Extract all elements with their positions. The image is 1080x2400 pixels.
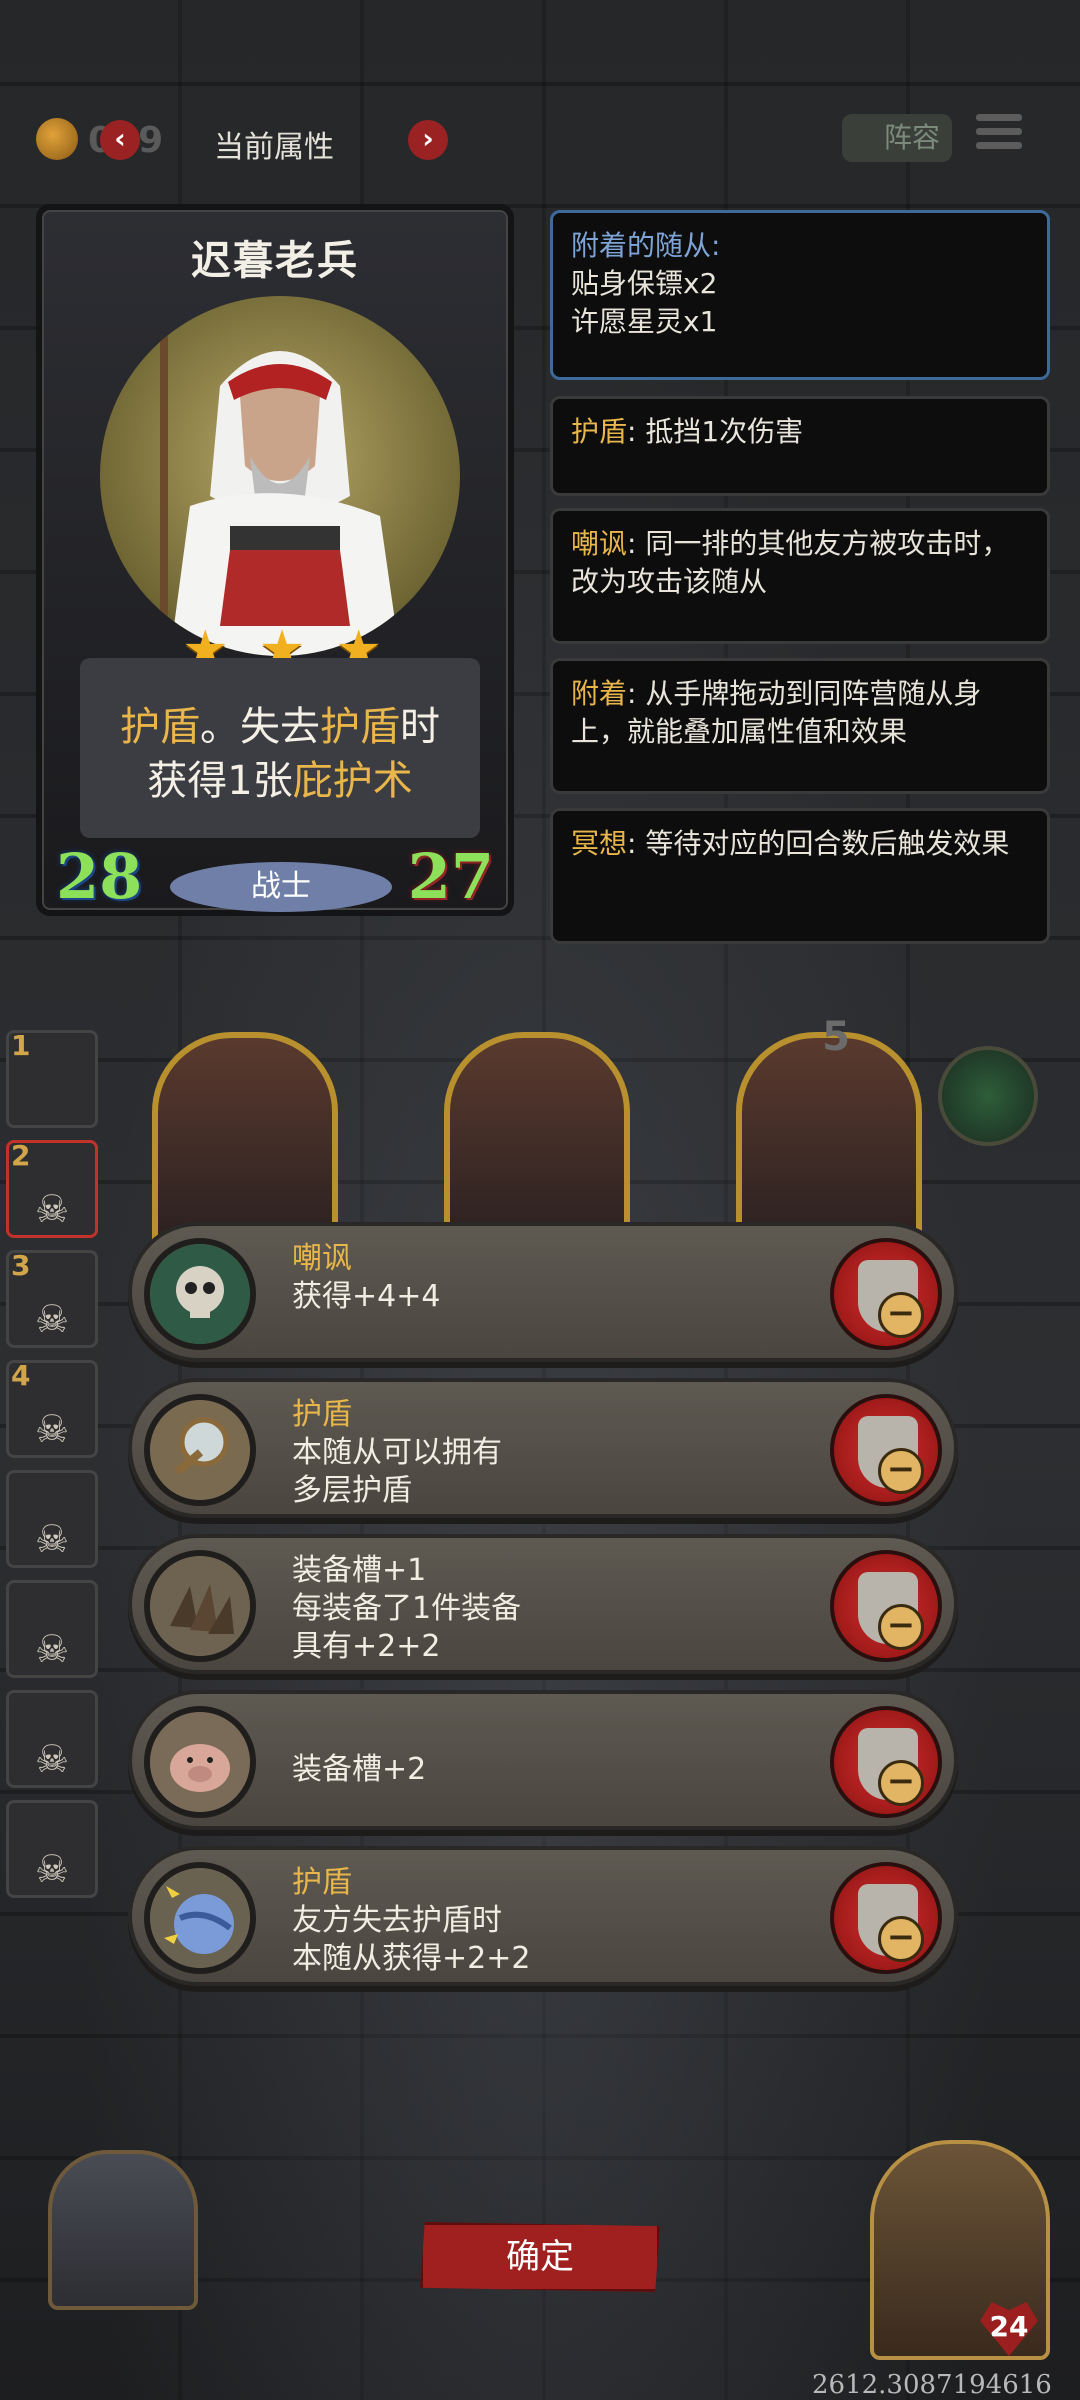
prev-arrow-button[interactable]: ‹ — [100, 120, 140, 160]
roster-item[interactable]: ☠ — [6, 1580, 98, 1678]
effect-line: 本随从获得+2+2 — [292, 1941, 531, 1976]
roster-list: 1 2 ☠ 3 ☠ 4 ☠ ☠ ☠ ☠ ☠ — [6, 1029, 102, 1910]
description-text: 。失去 — [200, 704, 320, 750]
minus-icon: − — [878, 1448, 924, 1494]
keyword-text: 护盾 — [320, 704, 400, 750]
roster-number: 1 — [11, 1029, 31, 1062]
spikes-icon — [144, 1550, 256, 1662]
effect-row-equip-slot: 装备槽+1 每装备了1件装备 具有+2+2 − — [128, 1534, 958, 1674]
unit-card: 迟暮老兵 ★ ★ ★ 护盾。失去护盾时 获得1张庇护术 28 战士 27 — [36, 204, 514, 916]
remove-effect-button[interactable]: − — [830, 1550, 942, 1662]
effect-line: 装备槽+2 — [292, 1752, 427, 1787]
description-text: 时 — [400, 704, 440, 750]
health-stat: 27 — [407, 840, 494, 913]
roster-item[interactable]: ☠ — [6, 1690, 98, 1788]
veteran-portrait — [100, 296, 460, 656]
globe-icon — [144, 1862, 256, 1974]
skull-icon: ☠ — [35, 1517, 70, 1561]
roster-number: 4 — [11, 1359, 31, 1392]
roster-number: 2 — [11, 1139, 31, 1172]
roster-item[interactable]: ☠ — [6, 1470, 98, 1568]
keyword-panel-meditate: 冥想: 等待对应的回合数后触发效果 — [550, 808, 1050, 944]
attack-stat: 28 — [56, 840, 143, 913]
keyword-desc: : 抵挡1次伤害 — [627, 415, 804, 448]
keyword-label: 冥想 — [571, 827, 628, 860]
skull-icon: ☠ — [35, 1627, 70, 1671]
unit-name: 迟暮老兵 — [191, 238, 359, 284]
remove-effect-button[interactable]: − — [830, 1706, 942, 1818]
skull-icon: ☠ — [35, 1407, 70, 1451]
keyword-text: 庇护术 — [292, 758, 413, 804]
effect-row-shield: 护盾 本随从可以拥有 多层护盾 − — [128, 1378, 958, 1518]
unit-description: 护盾。失去护盾时 获得1张庇护术 — [80, 658, 480, 838]
class-badge: 战士 — [170, 862, 392, 912]
attached-item: 许愿星灵x1 — [571, 305, 718, 338]
keyword-label: 护盾 — [571, 415, 628, 448]
effect-line: 获得+4+4 — [292, 1279, 441, 1314]
coin-icon — [36, 118, 78, 160]
page-title: 当前属性 — [214, 130, 334, 165]
effect-row-equip-slot-2: 装备槽+2 − — [128, 1690, 958, 1830]
attached-minions-panel: 附着的随从: 贴身保镖x2 许愿星灵x1 — [550, 210, 1050, 380]
board-unit-slot[interactable] — [444, 1032, 630, 1252]
coordinate-readout: 2612.3087194616 — [812, 2370, 1052, 2400]
keyword-desc: : 从手牌拖动到同阵营随从身上，就能叠加属性值和效果 — [571, 677, 982, 748]
minus-icon: − — [878, 1292, 924, 1338]
effect-line: 友方失去护盾时 — [292, 1903, 502, 1938]
attached-heading: 附着的随从: — [571, 229, 721, 262]
keyword-desc: : 等待对应的回合数后触发效果 — [627, 827, 1010, 860]
keyword-label: 嘲讽 — [571, 527, 628, 560]
effect-title: 装备槽+1 — [292, 1553, 427, 1588]
effect-line: 每装备了1件装备 — [292, 1591, 522, 1626]
skull-icon — [144, 1238, 256, 1350]
minus-icon: − — [878, 1604, 924, 1650]
effect-line: 本随从可以拥有 — [292, 1435, 502, 1470]
top-bar: 019 ‹ 当前属性 › 阵容 — [0, 100, 1080, 180]
roster-item[interactable]: 3 ☠ — [6, 1249, 98, 1348]
level-badge: 5 — [822, 1014, 850, 1060]
keyword-panel-attach: 附着: 从手牌拖动到同阵营随从身上，就能叠加属性值和效果 — [550, 658, 1050, 794]
roster-item[interactable]: 2 ☠ — [6, 1139, 98, 1238]
skull-icon: ☠ — [35, 1297, 70, 1341]
roster-number: 3 — [11, 1249, 31, 1282]
minus-icon: − — [878, 1916, 924, 1962]
board-unit-slot[interactable] — [152, 1032, 338, 1252]
remove-effect-button[interactable]: − — [830, 1238, 942, 1350]
description-text: 获得1张 — [147, 758, 293, 804]
roster-item[interactable]: ☠ — [6, 1800, 98, 1898]
menu-icon[interactable] — [976, 114, 1022, 158]
confirm-button[interactable]: 确定 — [420, 2222, 660, 2292]
effect-title: 护盾 — [292, 1397, 352, 1432]
remove-effect-button[interactable]: − — [830, 1394, 942, 1506]
skull-icon: ☠ — [35, 1737, 70, 1781]
keyword-panel-taunt: 嘲讽: 同一排的其他友方被攻击时，改为攻击该随从 — [550, 508, 1050, 644]
frog-icon[interactable] — [938, 1046, 1038, 1146]
minus-icon: − — [878, 1760, 924, 1806]
keyword-panel-shield: 护盾: 抵挡1次伤害 — [550, 396, 1050, 496]
effect-line: 多层护盾 — [292, 1473, 412, 1508]
keyword-label: 附着 — [571, 677, 628, 710]
effect-title: 护盾 — [292, 1865, 352, 1900]
keyword-text: 护盾 — [120, 704, 200, 750]
effect-title: 嘲讽 — [292, 1241, 352, 1276]
mirror-icon — [144, 1394, 256, 1506]
lineup-button[interactable]: 阵容 — [842, 114, 952, 162]
pig-icon — [144, 1706, 256, 1818]
skull-icon: ☠ — [35, 1847, 70, 1891]
attached-item: 贴身保镖x2 — [571, 267, 718, 300]
remove-effect-button[interactable]: − — [830, 1862, 942, 1974]
next-arrow-button[interactable]: › — [408, 120, 448, 160]
roster-item[interactable]: 1 — [6, 1029, 98, 1128]
effect-row-shield-gain: 护盾 友方失去护盾时 本随从获得+2+2 − — [128, 1846, 958, 1986]
player-hero-portrait[interactable] — [48, 2150, 198, 2310]
effect-line: 具有+2+2 — [292, 1629, 441, 1664]
skull-icon: ☠ — [35, 1187, 70, 1231]
roster-item[interactable]: 4 ☠ — [6, 1359, 98, 1458]
effect-row-taunt: 嘲讽 获得+4+4 − — [128, 1222, 958, 1362]
keyword-desc: : 同一排的其他友方被攻击时，改为攻击该随从 — [571, 527, 1010, 598]
